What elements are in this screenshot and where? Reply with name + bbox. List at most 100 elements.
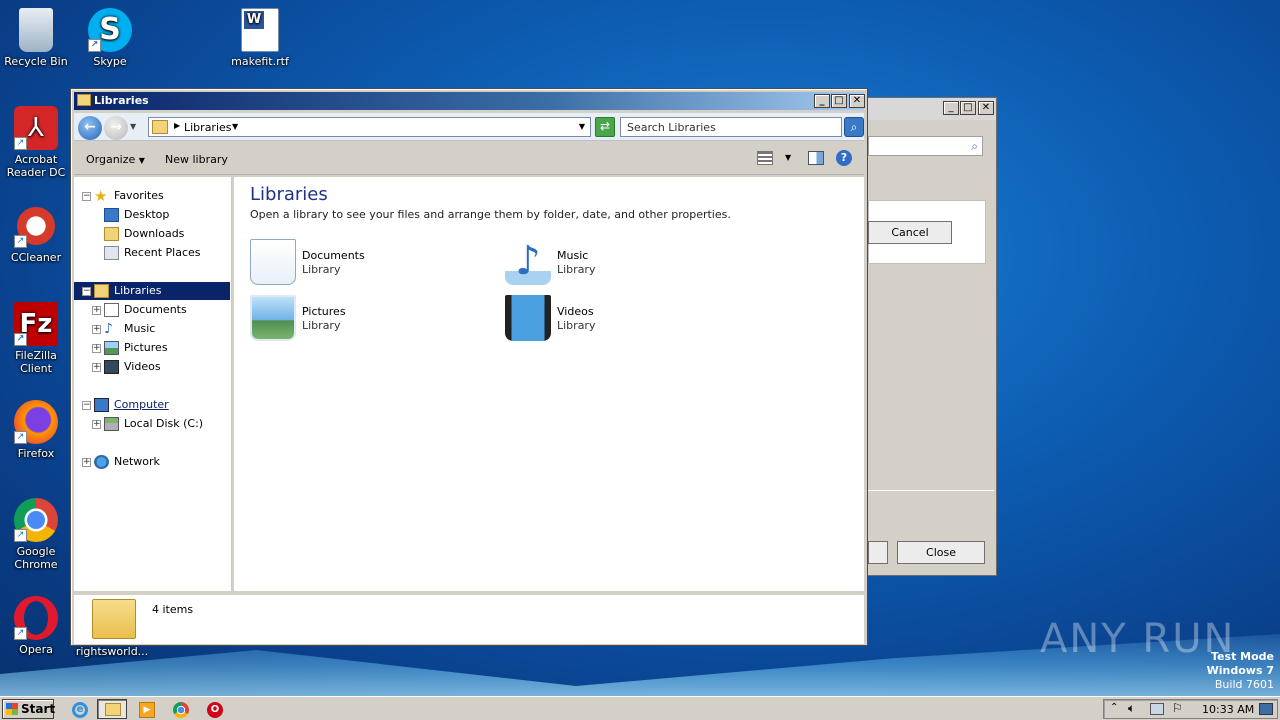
build-label: Build 7601 (1214, 678, 1274, 691)
word-document-icon: W (241, 8, 279, 52)
start-button[interactable]: Start (2, 699, 55, 719)
desktop-icon-chrome[interactable]: ↗ Google Chrome (0, 498, 72, 571)
minimize-button[interactable]: _ (943, 101, 959, 115)
nav-favorites-label: Favorites (114, 189, 164, 202)
back-button[interactable]: ← (78, 116, 102, 140)
expand-icon[interactable]: + (92, 306, 101, 315)
close-button[interactable]: ✕ (978, 101, 994, 115)
view-options-icon[interactable] (757, 151, 773, 165)
library-pictures[interactable]: Pictures Library (250, 295, 490, 345)
collapse-icon[interactable]: − (82, 401, 91, 410)
cancel-button[interactable]: Cancel (868, 221, 952, 244)
breadcrumb-dropdown-icon[interactable]: ▼ (232, 122, 238, 131)
desktop-icon-acrobat[interactable]: ⅄ ↗ Acrobat Reader DC (0, 106, 72, 179)
collapse-icon[interactable]: − (82, 192, 91, 201)
background-dialog-window[interactable]: _ □ ✕ ⌕ Cancel Close (855, 97, 997, 576)
address-bar: ← → ▼ ▶ Libraries ▼ ▼ ⇄ Search Libraries… (74, 113, 864, 141)
desktop-icon-ccleaner[interactable]: ↗ CCleaner (0, 204, 72, 264)
new-library-button[interactable]: New library (165, 153, 228, 166)
expand-icon[interactable]: + (92, 363, 101, 372)
library-music[interactable]: ♪ Music Library (505, 239, 745, 289)
expand-icon[interactable]: + (92, 344, 101, 353)
close-button[interactable]: ✕ (849, 94, 865, 108)
breadcrumb-libraries[interactable]: Libraries (184, 121, 232, 134)
downloads-icon (104, 227, 119, 241)
desktop-icon-label: Recycle Bin (4, 55, 68, 68)
taskbar-chrome[interactable] (165, 699, 195, 719)
nav-libraries[interactable]: − Libraries (74, 282, 230, 300)
hard-drive-icon (104, 417, 119, 431)
view-dropdown-icon[interactable]: ▼ (785, 153, 791, 162)
volume-icon[interactable]: 🔈︎ (1128, 701, 1135, 716)
maximize-button[interactable]: □ (831, 94, 847, 108)
expand-icon[interactable]: + (92, 420, 101, 429)
chrome-icon (173, 702, 189, 718)
videos-library-icon (505, 295, 551, 341)
taskbar-media-player[interactable]: ▶ (131, 699, 161, 719)
close-dialog-button[interactable]: Close (897, 541, 985, 564)
nav-network[interactable]: + Network (74, 453, 230, 471)
show-hidden-icons-icon[interactable]: ⌃ (1110, 702, 1118, 713)
clock[interactable]: 10:33 AM (1202, 703, 1254, 716)
nav-favorites[interactable]: − ★ Favorites (74, 187, 230, 205)
window-titlebar[interactable]: Libraries _ □ ✕ (74, 92, 865, 110)
pictures-icon (104, 341, 119, 355)
nav-desktop[interactable]: Desktop (74, 206, 230, 224)
desktop-icon-skype[interactable]: S ↗ Skype (74, 8, 146, 68)
nav-desktop-label: Desktop (124, 208, 170, 221)
search-icon: ⌕ (971, 139, 978, 153)
nav-recent-places[interactable]: Recent Places (74, 244, 230, 262)
desktop-icon-firefox[interactable]: ↗ Firefox (0, 400, 72, 460)
music-library-icon: ♪ (505, 239, 551, 285)
show-desktop-icon[interactable] (1259, 703, 1273, 715)
nav-local-disk-label: Local Disk (C:) (124, 417, 204, 430)
collapse-icon[interactable]: − (82, 287, 91, 296)
desktop-icon-recycle-bin[interactable]: Recycle Bin (0, 8, 72, 68)
address-dropdown-icon[interactable]: ▼ (579, 122, 585, 131)
organize-menu[interactable]: Organize ▼ (86, 153, 145, 166)
desktop-icon-opera[interactable]: ↗ Opera (0, 596, 72, 656)
library-name: Music (557, 249, 589, 262)
nav-videos[interactable]: + Videos (74, 358, 230, 376)
shortcut-arrow-icon: ↗ (14, 235, 27, 248)
background-dialog-titlebar[interactable]: _ □ ✕ (856, 98, 996, 120)
expand-icon[interactable]: + (92, 325, 101, 334)
background-partial-button[interactable] (868, 541, 888, 564)
background-search-field[interactable]: ⌕ (868, 136, 983, 156)
network-tray-icon[interactable] (1150, 703, 1164, 715)
expand-icon[interactable]: + (82, 458, 91, 467)
search-icon[interactable]: ⌕ (844, 117, 864, 137)
desktop-icon-label: Google Chrome (14, 545, 58, 571)
minimize-button[interactable]: _ (814, 94, 830, 108)
desktop-icon-label: makefit.rtf (231, 55, 289, 68)
search-input[interactable]: Search Libraries (620, 117, 842, 137)
libraries-explorer-window[interactable]: Libraries _ □ ✕ ← → ▼ ▶ Libraries ▼ ▼ ⇄ … (70, 88, 868, 646)
taskbar-internet-explorer[interactable]: e (64, 699, 94, 719)
taskbar-opera[interactable]: O (199, 699, 229, 719)
library-documents[interactable]: Documents Library (250, 239, 490, 289)
chrome-icon: ↗ (14, 498, 58, 542)
nav-music[interactable]: + ♪ Music (74, 320, 230, 338)
history-dropdown-icon[interactable]: ▼ (130, 122, 136, 131)
preview-pane-icon[interactable] (808, 151, 824, 165)
nav-computer[interactable]: − Computer (74, 396, 230, 414)
refresh-button[interactable]: ⇄ (595, 117, 615, 137)
skype-icon: S ↗ (88, 8, 132, 52)
desktop-icon-makefit[interactable]: W makefit.rtf (224, 8, 296, 68)
maximize-button[interactable]: □ (960, 101, 976, 115)
help-icon[interactable]: ? (836, 150, 852, 166)
desktop-icon-filezilla[interactable]: Fz ↗ FileZilla Client (0, 302, 72, 375)
address-field[interactable]: ▶ Libraries ▼ ▼ (148, 117, 591, 137)
nav-pictures[interactable]: + Pictures (74, 339, 230, 357)
taskbar-explorer[interactable] (97, 699, 127, 719)
desktop-icon-rightsworld[interactable]: rightsworld... (74, 645, 150, 658)
breadcrumb-separator-icon[interactable]: ▶ (174, 121, 180, 130)
desktop-icon-label: CCleaner (10, 251, 62, 264)
library-videos[interactable]: Videos Library (505, 295, 745, 345)
nav-downloads[interactable]: Downloads (74, 225, 230, 243)
nav-documents[interactable]: + Documents (74, 301, 230, 319)
flag-icon[interactable]: ⚐ (1172, 701, 1183, 715)
nav-local-disk[interactable]: + Local Disk (C:) (74, 415, 230, 433)
organize-label: Organize (86, 153, 136, 166)
forward-button[interactable]: → (104, 116, 128, 140)
